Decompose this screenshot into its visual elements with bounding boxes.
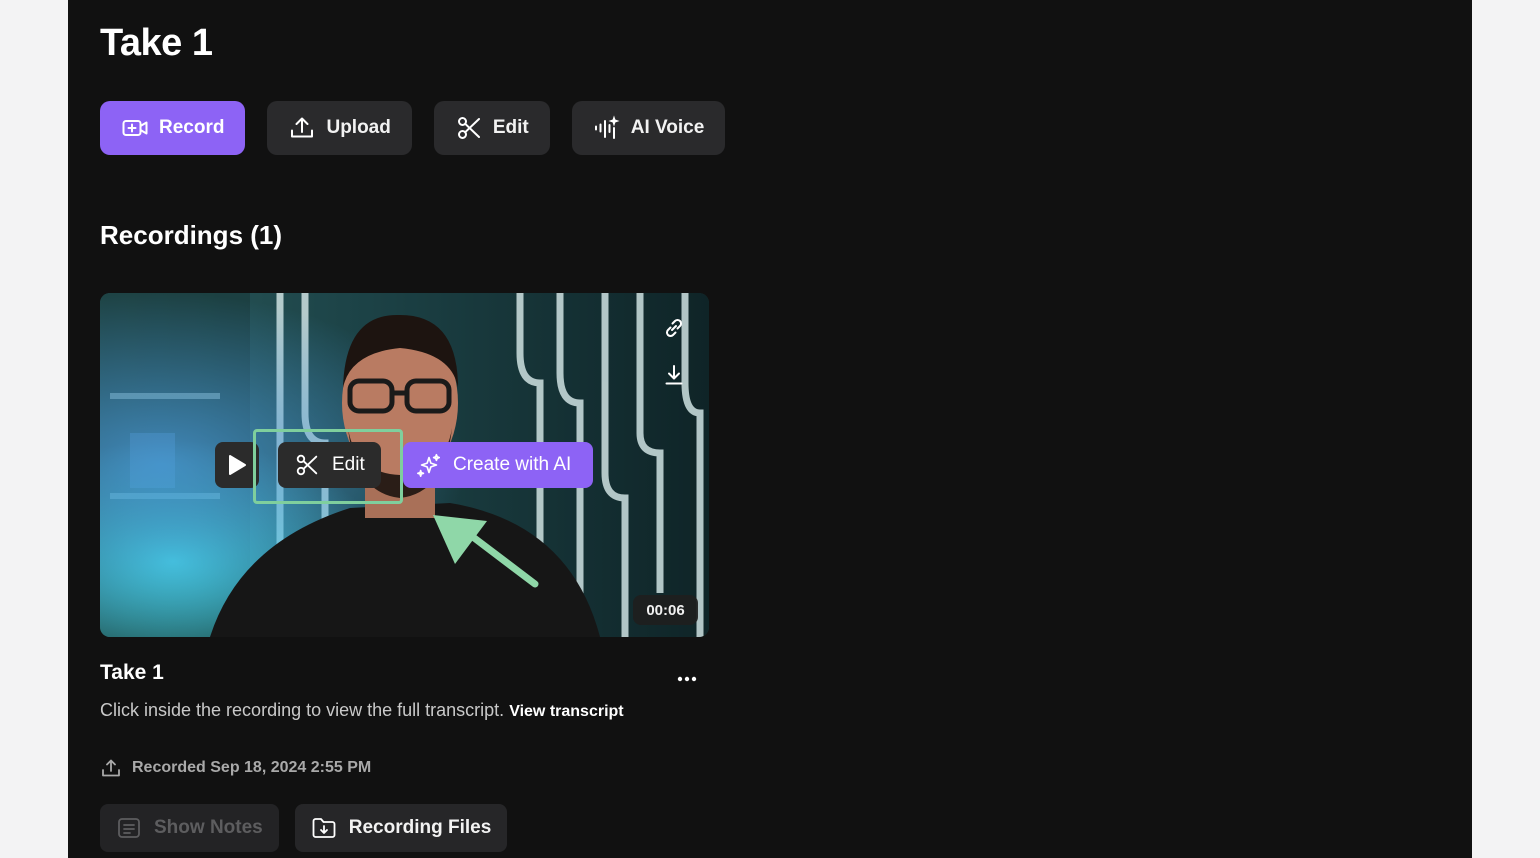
link-icon[interactable] xyxy=(662,316,686,340)
highlight-box xyxy=(253,429,403,504)
create-with-ai-label: Create with AI xyxy=(453,454,572,475)
recorded-date: Recorded Sep 18, 2024 2:55 PM xyxy=(132,759,372,776)
recording-description: Click inside the recording to view the f… xyxy=(100,697,640,725)
duration-badge: 00:06 xyxy=(633,595,698,625)
annotation-arrow-icon xyxy=(433,515,539,588)
upload-button[interactable]: Upload xyxy=(267,101,412,155)
page-title: Take 1 xyxy=(100,22,213,64)
more-horizontal-icon[interactable] xyxy=(674,670,700,688)
sparkles-icon xyxy=(417,453,441,477)
edit-button[interactable]: Edit xyxy=(433,101,550,155)
ai-voice-label: AI Voice xyxy=(630,117,705,138)
upload-label: Upload xyxy=(326,117,391,138)
view-transcript-link[interactable]: View transcript xyxy=(509,703,623,720)
recordings-heading: Recordings (1) xyxy=(100,220,283,250)
recording-thumbnail[interactable]: Edit Create with AI 00:06 xyxy=(100,293,709,637)
recording-title: Take 1 xyxy=(100,661,164,684)
notes-icon xyxy=(118,818,140,838)
ai-voice-button[interactable]: AI Voice xyxy=(571,101,726,155)
main-panel: Take 1 Record Upload Edit AI Voice Recor… xyxy=(68,0,1472,858)
show-notes-button[interactable]: Show Notes xyxy=(100,804,279,852)
folder-download-icon xyxy=(312,818,336,838)
voice-sparkle-icon xyxy=(594,115,620,139)
edit-label: Edit xyxy=(492,117,529,138)
play-icon xyxy=(229,455,246,475)
recording-files-button[interactable]: Recording Files xyxy=(294,804,508,852)
recording-files-label: Recording Files xyxy=(348,817,492,838)
record-label: Record xyxy=(159,117,225,138)
video-plus-icon xyxy=(122,120,148,136)
description-text: Click inside the recording to view the f… xyxy=(100,700,505,720)
recording-actions: Show Notes Recording Files xyxy=(100,804,508,852)
scissors-icon xyxy=(457,117,480,139)
create-with-ai-button[interactable]: Create with AI xyxy=(403,442,593,488)
upload-icon xyxy=(291,117,314,138)
action-toolbar: Record Upload Edit AI Voice xyxy=(100,101,726,155)
download-icon[interactable] xyxy=(662,363,686,387)
upload-icon xyxy=(102,759,120,777)
record-button[interactable]: Record xyxy=(100,101,246,155)
recorded-meta: Recorded Sep 18, 2024 2:55 PM xyxy=(100,757,371,779)
show-notes-label: Show Notes xyxy=(154,817,263,838)
